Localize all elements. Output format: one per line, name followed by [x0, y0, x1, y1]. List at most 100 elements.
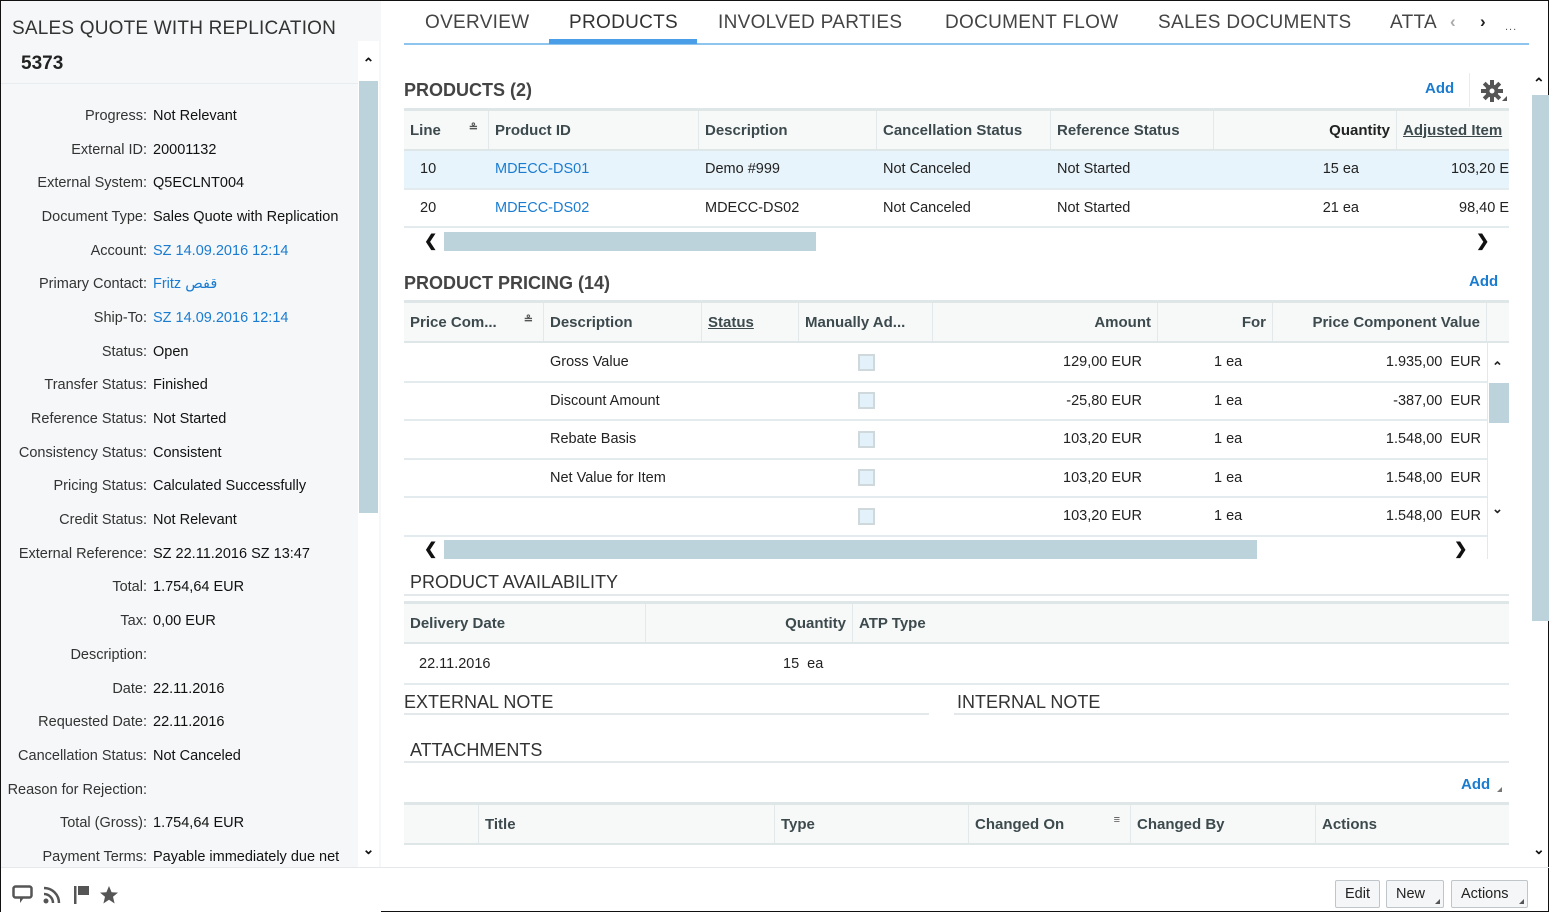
scrollbar-thumb[interactable]: [1532, 95, 1549, 621]
column-header-title[interactable]: Title: [479, 805, 775, 843]
field-value: SZ 22.11.2016 SZ 13:47: [153, 545, 310, 562]
tab-involved-parties[interactable]: INVOLVED PARTIES: [718, 12, 902, 34]
column-header-quantity[interactable]: Quantity: [1214, 111, 1397, 149]
more-tabs-icon[interactable]: ...: [1505, 21, 1517, 33]
tab-scroll-right-icon[interactable]: ›: [1480, 12, 1486, 32]
field-tax: Tax: 0,00 EUR: [1, 604, 358, 638]
availability-row[interactable]: 22.11.2016 15 ea: [404, 644, 1509, 685]
product-row[interactable]: 20 MDECC-DS02 MDECC-DS02 Not Canceled No…: [404, 190, 1509, 228]
pricing-row[interactable]: Net Value for Item 103,20 EUR 1 ea 1.548…: [404, 460, 1487, 498]
filter-icon: ≡: [1113, 814, 1120, 826]
chevron-up-icon[interactable]: ⌃: [360, 55, 377, 72]
feed-comment-icon[interactable]: [12, 885, 34, 910]
ship-to-link[interactable]: SZ 14.09.2016 12:14: [153, 310, 288, 326]
column-header-status[interactable]: Status: [702, 303, 799, 341]
pricing-row[interactable]: Rebate Basis 103,20 EUR 1 ea 1.548,00 EU…: [404, 421, 1487, 460]
field-label: Transfer Status:: [44, 377, 147, 394]
scrollbar-thumb[interactable]: [1489, 383, 1509, 423]
add-price-component-button[interactable]: Add: [1469, 273, 1498, 290]
column-header-type[interactable]: Type: [775, 805, 969, 843]
pricing-row[interactable]: Discount Amount -25,80 EUR 1 ea -387,00 …: [404, 383, 1487, 421]
quantity-cell: 15 ea: [783, 655, 824, 672]
manually-adjusted-checkbox[interactable]: [857, 430, 875, 448]
chevron-up-icon[interactable]: ⌃: [1533, 75, 1545, 92]
column-header-description[interactable]: Description: [699, 111, 877, 149]
chevron-up-icon[interactable]: ⌃: [1492, 359, 1503, 375]
column-label: Changed By: [1137, 815, 1225, 833]
pricing-horizontal-scrollbar[interactable]: ❮ ❯: [404, 538, 1487, 560]
field-progress: Progress: Not Relevant: [1, 99, 358, 133]
field-value: Not Relevant: [153, 512, 237, 529]
add-product-button[interactable]: Add: [1425, 80, 1454, 97]
tab-document-flow[interactable]: DOCUMENT FLOW: [945, 12, 1119, 34]
column-header-price-component[interactable]: Price Com... ≗: [404, 303, 544, 341]
field-label: Ship-To:: [93, 309, 147, 326]
column-header-description[interactable]: Description: [544, 303, 702, 341]
manually-adjusted-checkbox[interactable]: [857, 353, 875, 371]
account-link[interactable]: SZ 14.09.2016 12:14: [153, 243, 288, 259]
header-fields-scrollbar[interactable]: ⌃ ⌄: [358, 41, 379, 867]
column-header-price-component-value[interactable]: Price Component Value: [1273, 303, 1487, 341]
main-vertical-scrollbar[interactable]: ⌃ ⌄: [1530, 71, 1549, 861]
manually-adjusted-checkbox[interactable]: [857, 469, 875, 487]
scrollbar-thumb[interactable]: [359, 81, 378, 513]
table-settings-icon[interactable]: [1481, 79, 1507, 109]
rss-icon[interactable]: [42, 885, 62, 910]
internal-note-divider: [954, 713, 1509, 715]
field-external-system: External System: Q5ECLNT004: [1, 166, 358, 200]
field-label: External System:: [37, 175, 147, 192]
column-header-amount[interactable]: Amount: [933, 303, 1158, 341]
tab-products[interactable]: PRODUCTS: [569, 12, 678, 34]
field-label: Total (Gross):: [59, 815, 147, 832]
chevron-down-icon[interactable]: ⌄: [1533, 841, 1545, 858]
price-component-value-cell: 1.548,00 EUR: [1385, 431, 1481, 448]
add-attachment-button[interactable]: Add: [1461, 776, 1490, 793]
primary-contact-link[interactable]: Fritz قفص: [153, 276, 217, 292]
edit-button[interactable]: Edit: [1335, 880, 1380, 908]
star-icon[interactable]: [99, 885, 119, 910]
manually-adjusted-checkbox[interactable]: [857, 507, 875, 525]
pricing-vertical-scrollbar[interactable]: ⌃ ⌄: [1487, 343, 1509, 559]
column-header-quantity[interactable]: Quantity: [646, 604, 853, 642]
tab-sales-documents[interactable]: SALES DOCUMENTS: [1158, 12, 1351, 34]
new-button[interactable]: New: [1386, 880, 1445, 908]
column-header-delivery-date[interactable]: Delivery Date: [404, 604, 646, 642]
column-header-changed-by[interactable]: Changed By: [1131, 805, 1316, 843]
scrollbar-thumb[interactable]: [444, 232, 816, 251]
scroll-left-icon[interactable]: ❮: [424, 539, 437, 559]
product-id-link[interactable]: MDECC-DS01: [489, 151, 699, 188]
column-header-select: [404, 805, 479, 843]
tab-attachments[interactable]: ATTA: [1390, 12, 1437, 34]
column-header-adjusted-item[interactable]: Adjusted Item: [1397, 111, 1509, 149]
flag-icon[interactable]: [73, 885, 91, 910]
tab-scroll-left-icon[interactable]: ‹: [1450, 12, 1456, 32]
column-header-product-id[interactable]: Product ID: [489, 111, 699, 149]
column-header-reference-status[interactable]: Reference Status: [1051, 111, 1214, 149]
field-credit-status: Credit Status: Not Relevant: [1, 503, 358, 537]
description-cell: Net Value for Item: [550, 469, 666, 486]
column-header-manually-adjusted[interactable]: Manually Ad...: [799, 303, 933, 341]
column-header-for[interactable]: For: [1158, 303, 1273, 341]
description-cell: MDECC-DS02: [705, 199, 800, 216]
column-header-line[interactable]: Line ≗: [404, 111, 489, 149]
product-row[interactable]: 10 MDECC-DS01 Demo #999 Not Canceled Not…: [404, 151, 1509, 190]
product-id-link[interactable]: MDECC-DS02: [489, 190, 699, 227]
column-header-cancellation-status[interactable]: Cancellation Status: [877, 111, 1051, 149]
header-fields: Progress: Not Relevant External ID: 200011…: [1, 99, 358, 874]
chevron-down-icon[interactable]: ⌄: [1492, 501, 1503, 517]
column-header-atp-type[interactable]: ATP Type: [853, 604, 1509, 642]
manually-adjusted-checkbox[interactable]: [857, 392, 875, 410]
actions-button[interactable]: Actions: [1451, 880, 1528, 908]
column-header-actions[interactable]: Actions: [1316, 805, 1509, 843]
field-ship-to: Ship-To: SZ 14.09.2016 12:14: [1, 301, 358, 335]
scrollbar-thumb[interactable]: [444, 540, 1257, 559]
scroll-left-icon[interactable]: ❮: [424, 231, 437, 251]
products-horizontal-scrollbar[interactable]: ❮ ❯: [404, 230, 1509, 252]
scroll-right-icon[interactable]: ❯: [1476, 231, 1489, 251]
tab-overview[interactable]: OVERVIEW: [425, 12, 529, 34]
pricing-row[interactable]: 103,20 EUR 1 ea 1.548,00 EUR: [404, 498, 1487, 537]
scroll-right-icon[interactable]: ❯: [1454, 539, 1467, 559]
chevron-down-icon[interactable]: ⌄: [360, 841, 377, 858]
pricing-row[interactable]: Gross Value 129,00 EUR 1 ea 1.935,00 EUR: [404, 344, 1487, 383]
column-header-changed-on[interactable]: Changed On ≡: [969, 805, 1131, 843]
